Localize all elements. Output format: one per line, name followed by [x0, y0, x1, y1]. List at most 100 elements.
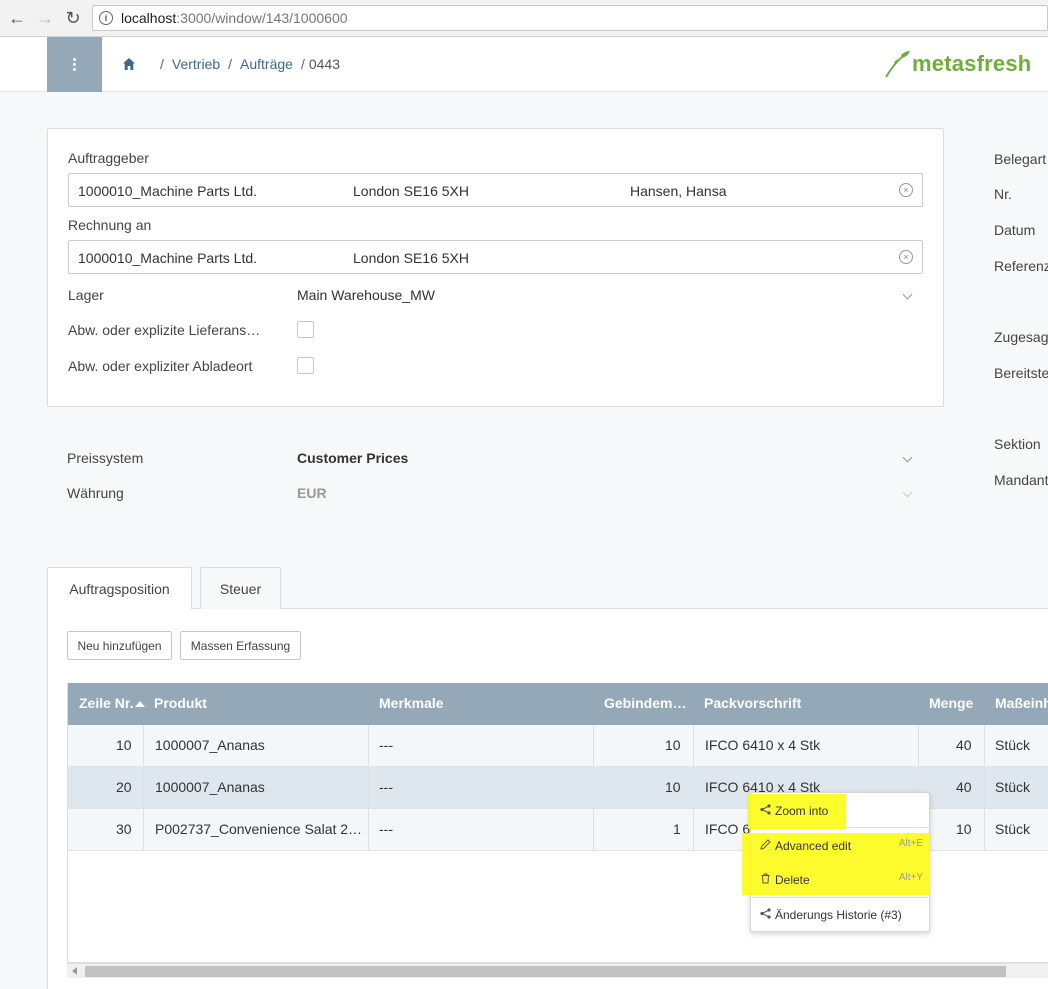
- auftraggeber-label: Auftraggeber: [68, 150, 149, 166]
- table-header: Zeile Nr. Produkt Merkmale Gebindem… Pac…: [68, 683, 1048, 725]
- scrollbar-thumb[interactable]: [85, 966, 1006, 977]
- waehrung-label: Währung: [67, 485, 124, 501]
- rechnung-partner: 1000010_Machine Parts Ltd.: [78, 250, 258, 266]
- advanced-edit-menu-item[interactable]: Advanced edit Alt+E: [751, 829, 931, 861]
- cell-attributes: ---: [379, 821, 393, 837]
- cell-qty: 10: [956, 821, 972, 837]
- trash-icon: [761, 873, 770, 884]
- column-header-packs[interactable]: Gebindem…: [604, 695, 686, 711]
- clear-icon[interactable]: ×: [899, 183, 913, 197]
- back-arrow-icon[interactable]: ←: [3, 4, 31, 32]
- context-menu: Zoom into Advanced edit Alt+E Delete Alt…: [742, 792, 931, 932]
- zugesagt-label: Zugesag: [994, 329, 1048, 345]
- abw-lieferanschrift-label: Abw. oder explizite Lieferans…: [68, 322, 261, 338]
- vertical-dots-icon: [73, 58, 76, 71]
- rechnung-label: Rechnung an: [68, 217, 152, 233]
- shortcut-label: Alt+Y: [898, 872, 923, 883]
- home-icon[interactable]: [122, 57, 136, 71]
- info-icon[interactable]: i: [99, 11, 113, 25]
- cell-packs: 1: [673, 821, 681, 837]
- batch-entry-button[interactable]: Massen Erfassung: [180, 631, 301, 660]
- column-header-line[interactable]: Zeile Nr.: [79, 695, 146, 711]
- tabs-divider: [47, 608, 1048, 609]
- cell-attributes: ---: [379, 779, 393, 795]
- cell-qty: 40: [956, 737, 972, 753]
- app-header: / Vertrieb / Aufträge / 0443 metasfresh: [0, 37, 1048, 92]
- abw-abladeort-label: Abw. oder expliziter Abladeort: [68, 358, 253, 374]
- browser-toolbar: ← → ↻ i localhost:3000/window/143/100060…: [0, 0, 1048, 37]
- cell-line: 10: [116, 737, 132, 753]
- bereitstellung-label: Bereitste: [994, 365, 1048, 381]
- column-header-qty[interactable]: Menge: [929, 695, 973, 711]
- belegart-label: Belegart: [994, 151, 1047, 167]
- clear-icon[interactable]: ×: [899, 250, 913, 264]
- chevron-down-icon[interactable]: [902, 452, 913, 463]
- cell-line: 20: [116, 779, 132, 795]
- cell-product: 1000007_Ananas: [155, 779, 265, 795]
- forward-arrow-icon[interactable]: →: [31, 4, 59, 32]
- abw-abladeort-checkbox[interactable]: [297, 357, 314, 374]
- pencil-icon: [760, 839, 771, 850]
- cell-product: 1000007_Ananas: [155, 737, 265, 753]
- reload-icon[interactable]: ↻: [59, 4, 87, 32]
- logo-text: metasfresh: [912, 51, 1032, 76]
- tab-auftragsposition[interactable]: Auftragsposition: [47, 567, 192, 609]
- share-icon: [760, 804, 771, 815]
- horizontal-scrollbar[interactable]: [67, 963, 1048, 978]
- metasfresh-logo: metasfresh: [882, 49, 1031, 79]
- cell-packing: IFCO 6410 x 4 Stk: [705, 737, 821, 753]
- column-header-product[interactable]: Produkt: [154, 695, 207, 711]
- rechnung-location: London SE16 5XH: [353, 250, 469, 266]
- tab-steuer[interactable]: Steuer: [200, 567, 281, 609]
- breadcrumb-auftraege[interactable]: Aufträge: [240, 56, 293, 72]
- cell-attributes: ---: [379, 737, 393, 753]
- cell-product: P002737_Convenience Salat 2…: [155, 821, 363, 837]
- change-history-menu-item[interactable]: Änderungs Historie (#3): [751, 898, 931, 930]
- breadcrumb: / Vertrieb / Aufträge / 0443: [160, 56, 341, 72]
- auftraggeber-lookup[interactable]: 1000010_Machine Parts Ltd. London SE16 5…: [68, 173, 923, 207]
- lager-select[interactable]: Main Warehouse_MW: [297, 287, 435, 303]
- add-new-button[interactable]: Neu hinzufügen: [67, 631, 172, 660]
- shortcut-label: Alt+E: [898, 838, 923, 849]
- datum-label: Datum: [994, 222, 1036, 238]
- scroll-left-icon[interactable]: [72, 967, 77, 975]
- delete-menu-item[interactable]: Delete Alt+Y: [751, 863, 931, 895]
- auftraggeber-partner: 1000010_Machine Parts Ltd.: [78, 183, 258, 199]
- rechnung-lookup[interactable]: 1000010_Machine Parts Ltd. London SE16 5…: [68, 240, 923, 274]
- table-row[interactable]: 10 1000007_Ananas --- 10 IFCO 6410 x 4 S…: [68, 725, 1048, 767]
- cell-qty: 40: [956, 779, 972, 795]
- breadcrumb-vertrieb[interactable]: Vertrieb: [172, 56, 220, 72]
- column-header-packing[interactable]: Packvorschrift: [704, 695, 801, 711]
- nr-label: Nr.: [994, 186, 1012, 202]
- mandant-label: Mandant: [994, 472, 1048, 488]
- sektion-label: Sektion: [994, 436, 1041, 452]
- share-icon: [760, 908, 771, 919]
- column-header-attributes[interactable]: Merkmale: [379, 695, 444, 711]
- chevron-down-icon[interactable]: [902, 289, 913, 300]
- cell-packs: 10: [665, 779, 681, 795]
- column-header-uom[interactable]: Maßeinh: [995, 695, 1048, 711]
- zoom-into-menu-item[interactable]: Zoom into: [751, 794, 931, 826]
- cell-uom: Stück: [995, 779, 1031, 795]
- leaf-icon: [885, 51, 910, 78]
- waehrung-select[interactable]: EUR: [297, 485, 327, 501]
- cell-line: 30: [116, 821, 132, 837]
- chevron-down-icon[interactable]: [902, 487, 913, 498]
- preissystem-label: Preissystem: [67, 450, 144, 466]
- cell-uom: Stück: [995, 821, 1031, 837]
- abw-lieferanschrift-checkbox[interactable]: [297, 321, 314, 338]
- lager-label: Lager: [68, 287, 104, 303]
- cell-uom: Stück: [995, 737, 1031, 753]
- referenz-label: Referenz: [994, 258, 1048, 274]
- header-panel: Auftraggeber 1000010_Machine Parts Ltd. …: [47, 128, 944, 407]
- url-path: :3000/window/143/1000600: [176, 10, 348, 26]
- address-bar[interactable]: i localhost:3000/window/143/1000600: [92, 5, 1048, 31]
- breadcrumb-document-no[interactable]: 0443: [309, 56, 340, 72]
- preissystem-select[interactable]: Customer Prices: [297, 450, 408, 466]
- cell-packs: 10: [665, 737, 681, 753]
- url-host: localhost: [121, 10, 177, 26]
- auftraggeber-contact: Hansen, Hansa: [630, 183, 727, 199]
- menu-button[interactable]: [47, 37, 102, 92]
- auftraggeber-location: London SE16 5XH: [353, 183, 469, 199]
- sort-ascending-icon: [135, 701, 146, 708]
